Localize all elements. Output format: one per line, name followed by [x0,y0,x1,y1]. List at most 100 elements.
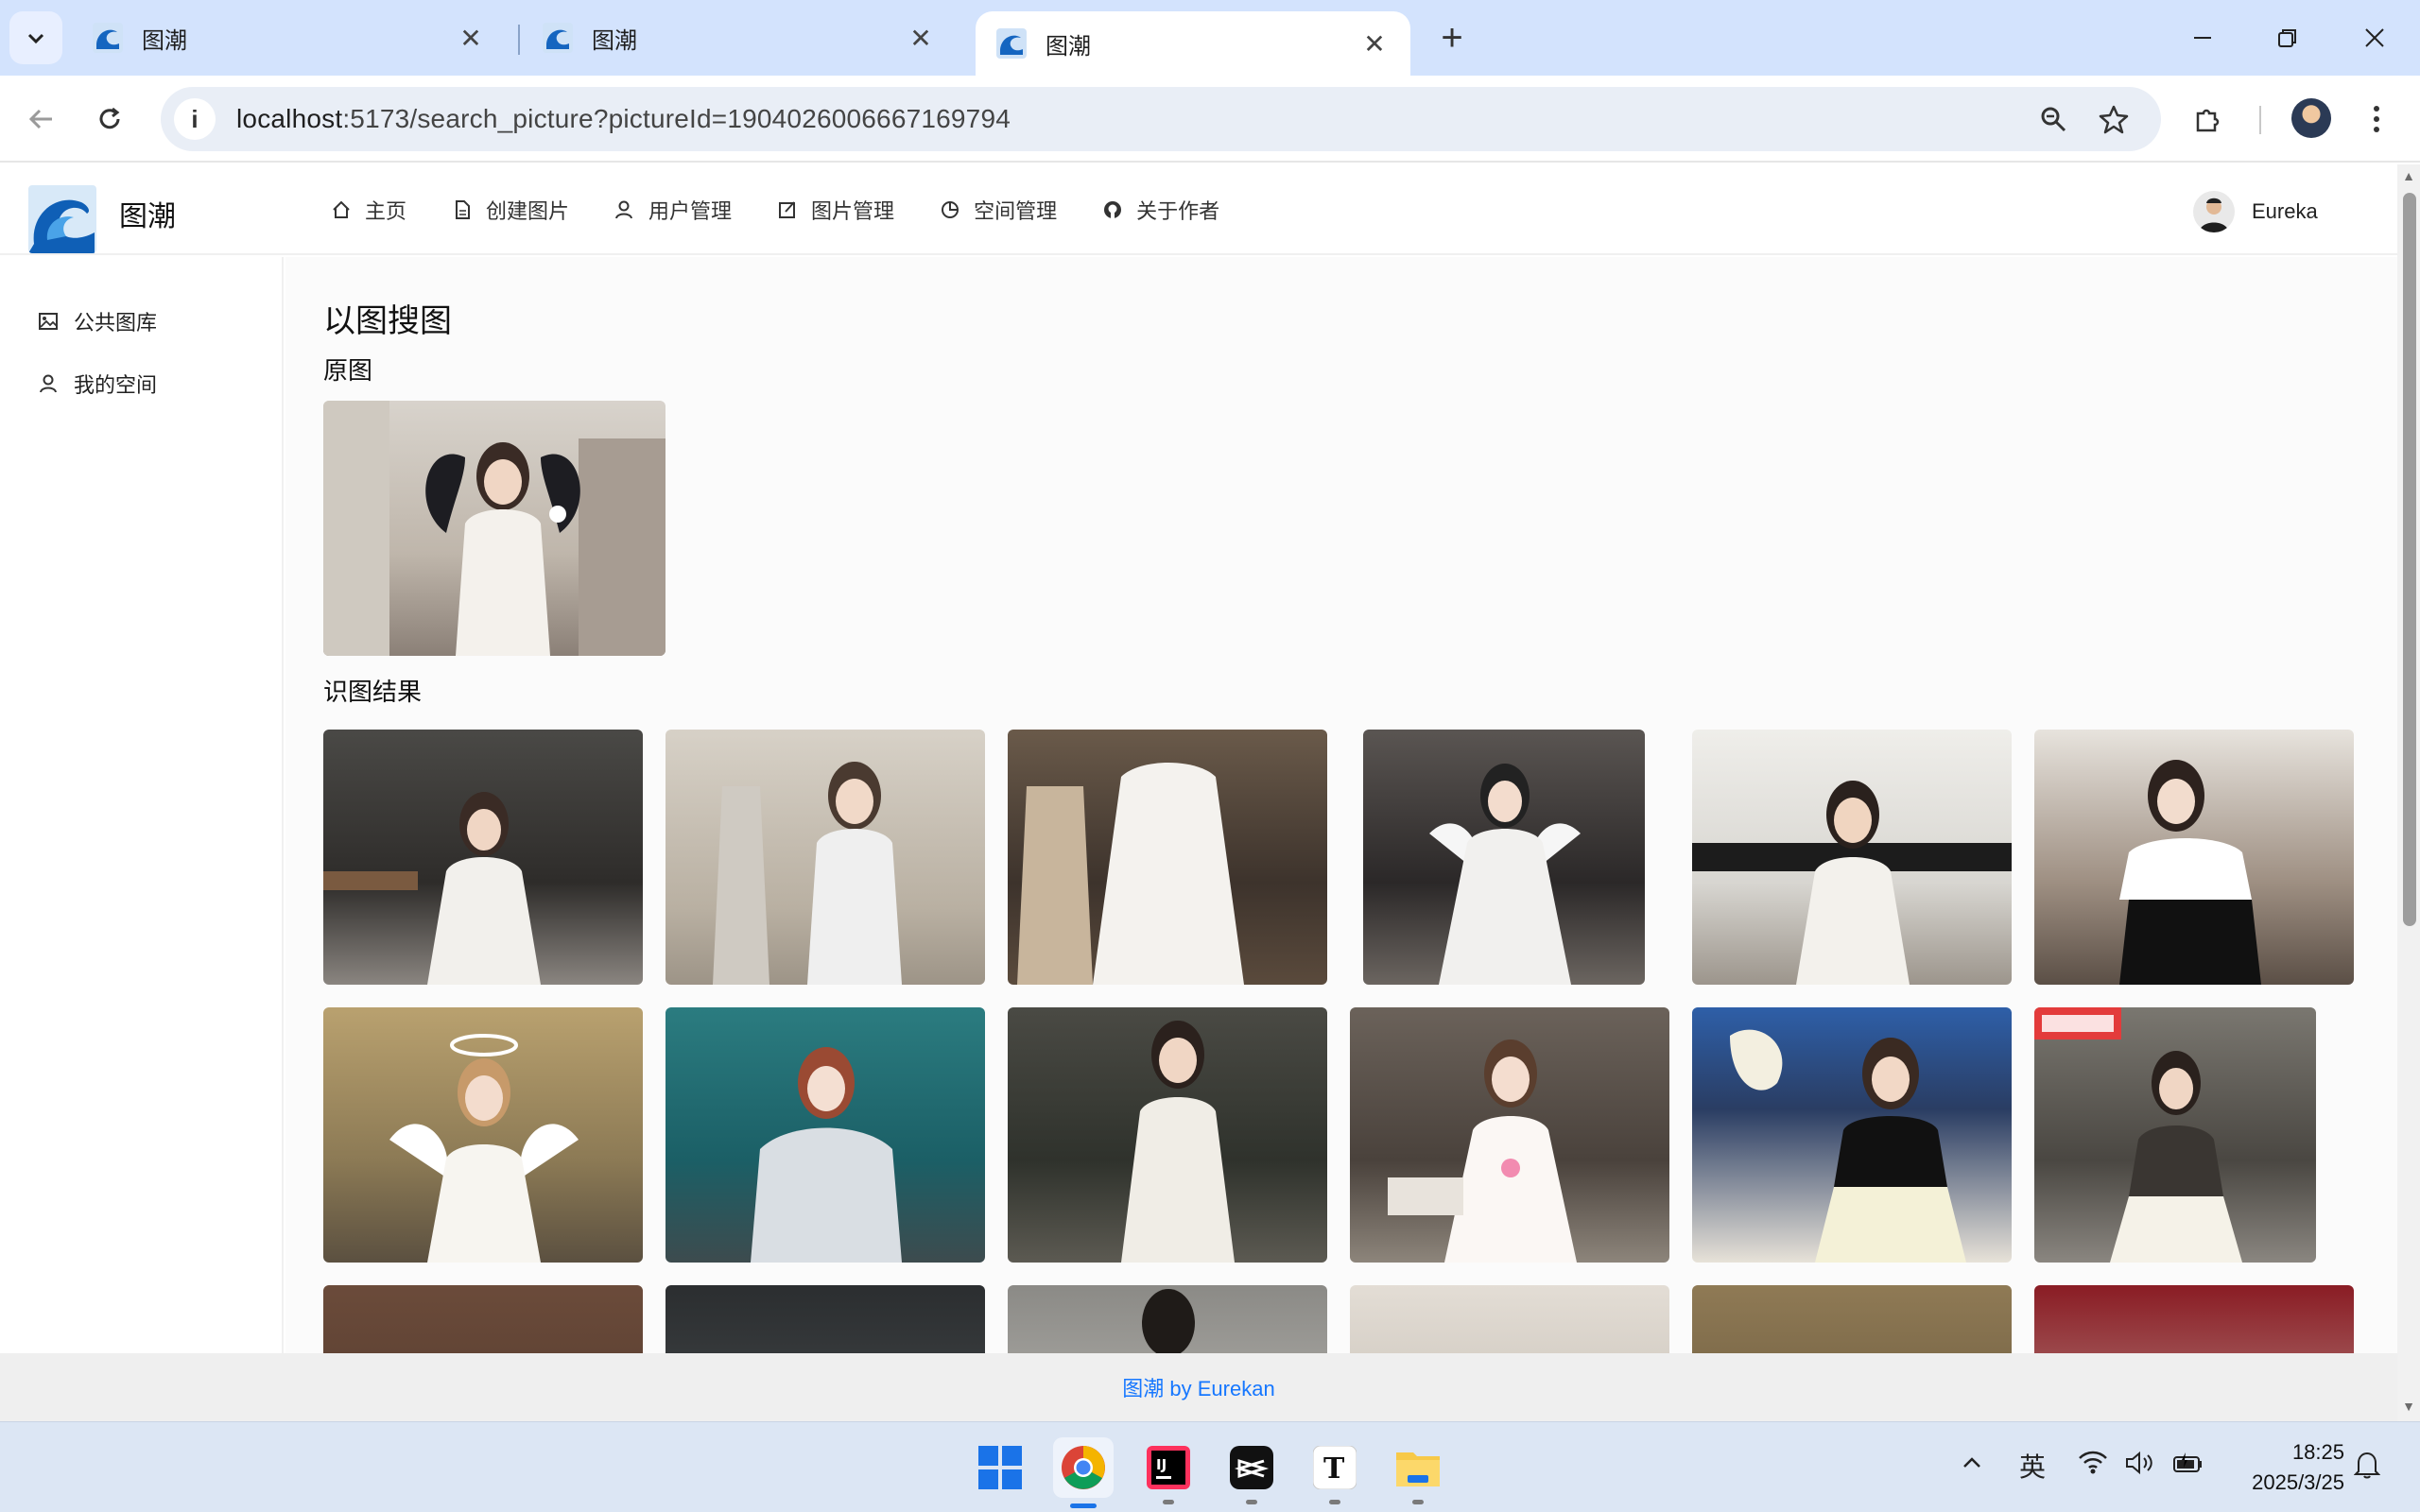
sidebar-item-my-space[interactable]: 我的空间 [38,369,157,399]
result-image[interactable] [666,1007,985,1263]
address-bar[interactable]: i localhost:5173/search_picture?pictureI… [161,87,2161,151]
user-icon [38,373,59,394]
capcut-icon [1230,1446,1273,1489]
nav-item-user-admin[interactable]: 用户管理 [614,195,732,225]
result-image[interactable] [323,1285,643,1353]
chevron-up-icon [1963,1457,1980,1468]
wave-logo-icon [28,185,96,253]
result-image[interactable] [1692,1007,2012,1263]
result-image[interactable] [1008,1007,1327,1263]
extensions-button[interactable] [2184,94,2233,144]
folder-icon [1396,1452,1440,1486]
result-image[interactable] [1350,1007,1669,1263]
app-running-dot [1163,1500,1174,1504]
vertical-scrollbar[interactable]: ▲ ▼ [2397,164,2420,1421]
volume-icon[interactable] [2125,1451,2155,1482]
site-logo[interactable] [28,185,96,253]
result-image[interactable] [2034,730,2354,985]
main-content: 以图搜图 原图 识图结果 [285,257,2397,1353]
more-vertical-icon [2374,106,2379,132]
url-text[interactable]: localhost:5173/search_picture?pictureId=… [236,104,1011,134]
zoom-button[interactable] [2031,96,2076,142]
result-image[interactable] [1363,730,1645,985]
url-host: localhost [236,104,343,133]
result-image[interactable] [666,1285,985,1353]
taskbar-typora[interactable]: T [1305,1437,1365,1498]
minimize-button[interactable] [2174,17,2231,59]
page-title: 以图搜图 [323,303,452,339]
nav-item-about-author[interactable]: 关于作者 [1102,195,1219,225]
bookmark-button[interactable] [2091,96,2136,142]
browser-tab-2[interactable]: 图潮 ✕ [522,11,957,64]
footer-link[interactable]: 图潮 by Eurekan [1122,1372,1274,1402]
close-window-button[interactable] [2346,17,2403,59]
results-heading: 识图结果 [323,678,423,706]
user-name: Eureka [2252,199,2318,223]
active-app-indicator [1070,1503,1097,1508]
picture-icon [38,311,59,332]
bell-icon [2353,1452,2381,1479]
main-nav: 主页 创建图片 用户管理 图片管理 空间管理 关于作者 [331,164,1265,255]
browser-toolbar: i localhost:5173/search_picture?pictureI… [0,76,2420,163]
result-image[interactable] [2034,1285,2354,1353]
result-image[interactable] [1692,730,2012,985]
result-image[interactable] [1692,1285,2012,1353]
close-tab-icon[interactable]: ✕ [456,23,486,54]
intellij-icon: IJ [1147,1446,1190,1489]
scroll-down-arrow-icon[interactable]: ▼ [2401,1399,2416,1414]
svg-text:T: T [1323,1452,1345,1486]
site-title: 图潮 [119,201,176,232]
scrollbar-thumb[interactable] [2403,193,2416,926]
wifi-icon[interactable] [2078,1451,2108,1482]
result-image[interactable] [1008,1285,1327,1353]
notifications-button[interactable] [2353,1451,2381,1486]
close-tab-icon[interactable]: ✕ [906,23,936,54]
tray-overflow-button[interactable] [1961,1451,1983,1481]
site-info-icon[interactable]: i [174,98,216,140]
nav-item-create-picture[interactable]: 创建图片 [452,195,569,225]
result-image[interactable] [323,730,643,985]
os-taskbar: IJ T 英 18:25 2025/3/25 [0,1421,2420,1512]
nav-item-picture-admin[interactable]: 图片管理 [777,195,894,225]
result-image[interactable] [1350,1285,1669,1353]
scroll-up-arrow-icon[interactable]: ▲ [2401,168,2416,183]
result-image[interactable] [323,1007,643,1263]
ime-indicator[interactable]: 英 [2019,1447,2046,1485]
taskbar-file-explorer[interactable] [1388,1437,1448,1498]
browser-tab-3-active[interactable]: 图潮 ✕ [976,11,1410,76]
battery-icon[interactable] [2172,1451,2204,1482]
taskbar-intellij[interactable]: IJ [1138,1437,1199,1498]
tab-search-button[interactable] [9,11,62,64]
system-clock[interactable]: 18:25 2025/3/25 [2231,1437,2344,1498]
chrome-menu-button[interactable] [2352,94,2401,144]
app-running-dot [1329,1500,1340,1504]
nav-label: 用户管理 [648,199,733,223]
tab-title: 图潮 [142,27,187,54]
sidebar-item-public-gallery[interactable]: 公共图库 [38,306,157,336]
result-image[interactable] [2034,1007,2316,1263]
edit-icon [777,199,798,220]
result-image[interactable] [666,730,985,985]
nav-label: 空间管理 [974,199,1058,223]
browser-tab-1[interactable]: 图潮 ✕ [72,11,507,64]
tab-title: 图潮 [1046,33,1091,60]
user-menu[interactable]: Eureka [2193,191,2318,232]
magnifier-icon [2041,107,2066,132]
windows-start-button[interactable] [970,1437,1030,1498]
taskbar-capcut[interactable] [1221,1437,1282,1498]
original-image[interactable] [323,401,666,656]
original-image-heading: 原图 [323,356,373,385]
wave-favicon-icon [996,28,1027,59]
close-tab-icon[interactable]: ✕ [1359,28,1390,60]
nav-item-space-admin[interactable]: 空间管理 [940,195,1057,225]
result-image[interactable] [1008,730,1327,985]
clock-time: 18:25 [2291,1440,2344,1464]
reload-button[interactable] [85,94,134,144]
restore-button[interactable] [2259,17,2316,59]
back-button[interactable] [17,94,66,144]
profile-avatar[interactable] [2291,98,2331,138]
taskbar-chrome[interactable] [1053,1437,1114,1498]
site-footer: 图潮 by Eurekan [0,1353,2397,1421]
new-tab-button[interactable]: + [1433,17,1471,59]
nav-item-home[interactable]: 主页 [331,195,406,225]
